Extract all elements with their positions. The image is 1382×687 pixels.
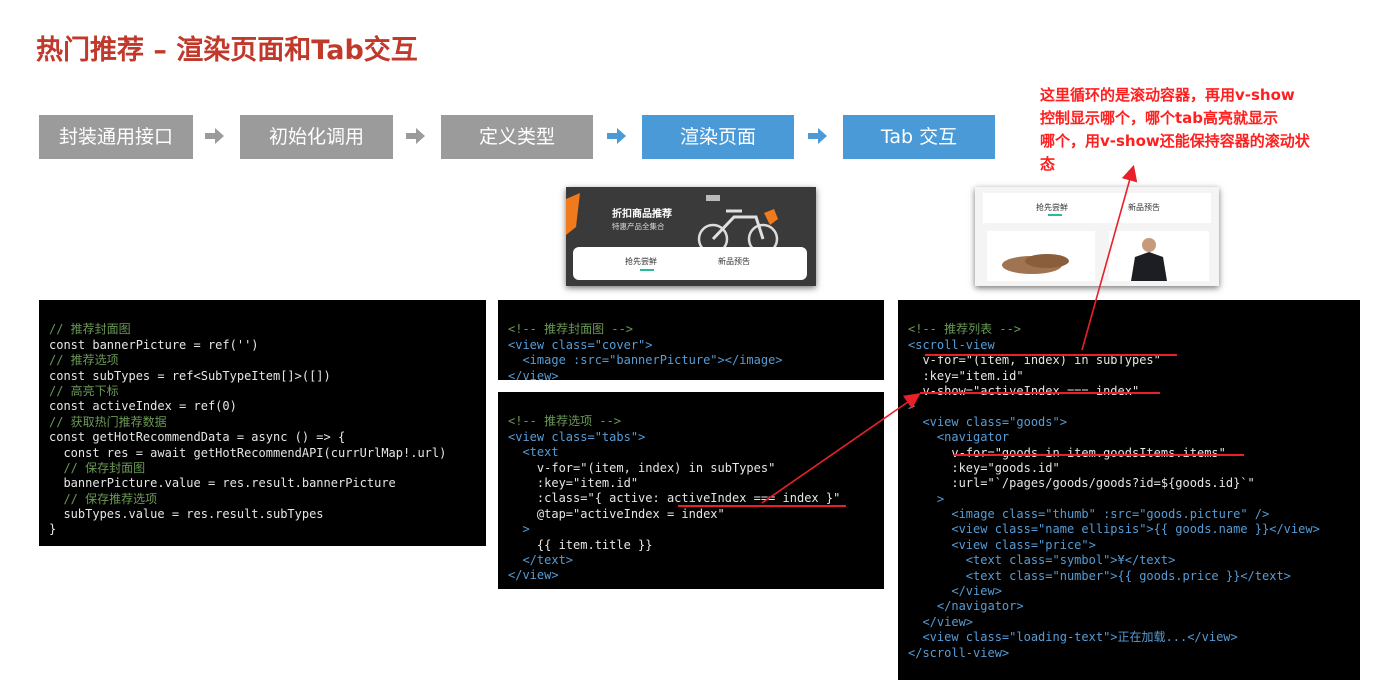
code-line: <!-- 推荐封面图 -->	[508, 322, 634, 337]
goods-thumb	[1131, 238, 1167, 281]
code-script: // 推荐封面图 const bannerPicture = ref('')// …	[39, 300, 486, 546]
code-line: <text class="number">{{ goods.price }}</…	[908, 568, 1291, 583]
code-line: <view class="name ellipsis">{{ goods.nam…	[908, 522, 1320, 537]
code-line: subTypes.value = res.result.subTypes	[49, 507, 324, 522]
code-line: <!-- 推荐列表 -->	[908, 322, 1022, 337]
code-line: <view class="goods">	[908, 414, 1067, 429]
code-line: {{ item.title }}	[508, 537, 653, 552]
highlight-underline	[954, 454, 1244, 456]
step-1: 封装通用接口	[39, 115, 193, 159]
annotation-note: 这里循环的是滚动容器，再用v-show 控制显示哪个，哪个tab高亮就显示 哪个…	[1040, 84, 1376, 176]
code-line: bannerPicture.value = res.result.bannerP…	[49, 476, 396, 491]
code-list: <!-- 推荐列表 --> <scroll-view v-for="(item, …	[898, 300, 1360, 680]
tab-item[interactable]: 抢先尝鲜	[625, 256, 657, 267]
code-tabs: <!-- 推荐选项 --> <view class="tabs"> <text v…	[498, 392, 884, 589]
code-line: </view>	[508, 568, 559, 583]
code-line: <text class="symbol">¥</text>	[908, 553, 1176, 568]
step-2: 初始化调用	[240, 115, 393, 159]
arrow-right-icon	[607, 128, 626, 144]
code-line: <navigator	[908, 430, 1010, 445]
code-line: <view class="tabs">	[508, 429, 646, 444]
code-line: >	[908, 491, 945, 506]
code-line: <view class="loading-text">正在加载...</view…	[908, 630, 1238, 645]
annotation-line: 控制显示哪个，哪个tab高亮就显示	[1040, 109, 1279, 127]
code-line: </view>	[508, 368, 559, 380]
code-line: // 保存封面图	[49, 460, 146, 475]
code-line: const bannerPicture = ref('')	[49, 337, 259, 352]
code-line: // 推荐封面图	[49, 322, 131, 337]
code-line: </text>	[508, 552, 574, 567]
goods-card[interactable]	[987, 231, 1095, 281]
tab-item[interactable]: 新品预告	[718, 256, 750, 267]
code-line: >	[508, 522, 530, 537]
code-line: :key="item.id"	[508, 475, 639, 490]
goods-card[interactable]	[1109, 231, 1209, 281]
code-line: v-for="(item, index) in subTypes"	[508, 460, 776, 475]
arrow-right-icon	[808, 128, 827, 144]
arrow-right-icon	[205, 128, 224, 144]
annotation-line: 这里循环的是滚动容器，再用v-show	[1040, 86, 1295, 104]
highlight-underline	[920, 392, 1160, 394]
step-4: 渲染页面	[642, 115, 794, 159]
code-line: <image :src="bannerPicture"></image>	[508, 353, 783, 368]
tab-item[interactable]: 抢先尝鲜	[1036, 202, 1068, 213]
tab-active-indicator	[640, 269, 654, 271]
tabs-bar: 抢先尝鲜 新品预告	[573, 247, 807, 280]
code-line: </view>	[908, 614, 974, 629]
annotation-line: 哪个，用v-show还能保持容器的滚动状	[1040, 132, 1310, 150]
code-line: :key="goods.id"	[908, 460, 1060, 475]
code-line: // 推荐选项	[49, 353, 119, 368]
annotation-line: 态	[1040, 155, 1056, 173]
step-5: Tab 交互	[843, 115, 995, 159]
code-line: // 保存推荐选项	[49, 491, 158, 506]
code-line: </navigator>	[908, 599, 1024, 614]
code-line: <view class="cover">	[508, 337, 653, 352]
cover-screenshot: 折扣商品推荐 特惠产品全集合 抢先尝鲜 新品预告	[566, 187, 816, 286]
banner-heading: 折扣商品推荐	[612, 209, 672, 220]
code-line: const activeIndex = ref(0)	[49, 399, 237, 414]
page-title: 热门推荐 – 渲染页面和Tab交互	[36, 35, 418, 66]
code-line: </view>	[908, 584, 1002, 599]
code-line: >	[908, 399, 916, 414]
goods-thumb	[1002, 254, 1069, 274]
code-line: const subTypes = ref<SubTypeItem[]>([])	[49, 368, 331, 383]
tab-item[interactable]: 新品预告	[1128, 202, 1160, 213]
highlight-underline	[678, 505, 846, 507]
code-line: :key="item.id"	[908, 368, 1024, 383]
tabs-bar: 抢先尝鲜 新品预告	[983, 193, 1211, 223]
code-line: // 获取热门推荐数据	[49, 414, 167, 429]
code-line: </scroll-view>	[908, 645, 1010, 660]
code-line: <scroll-view	[908, 337, 995, 352]
step-3: 定义类型	[441, 115, 593, 159]
list-screenshot: 抢先尝鲜 新品预告	[975, 187, 1219, 286]
arrow-right-icon	[406, 128, 425, 144]
code-line: :url="`/pages/goods/goods?id=${goods.id}…	[908, 476, 1255, 491]
code-cover: <!-- 推荐封面图 --> <view class="cover"> <imag…	[498, 300, 884, 380]
code-line: @tap="activeIndex = index"	[508, 506, 725, 521]
code-line: // 高亮下标	[49, 383, 119, 398]
code-line: <view class="price">	[908, 537, 1096, 552]
code-line: <image class="thumb" :src="goods.picture…	[908, 507, 1270, 522]
tab-active-indicator	[1048, 214, 1062, 216]
banner-subheading: 特惠产品全集合	[612, 222, 665, 231]
code-line: <!-- 推荐选项 -->	[508, 414, 622, 429]
code-line: const res = await getHotRecommendAPI(cur…	[49, 445, 447, 460]
highlight-underline	[925, 354, 1177, 356]
code-line: <text	[508, 445, 559, 460]
code-line: }	[49, 522, 57, 537]
code-line: const getHotRecommendData = async () => …	[49, 430, 346, 445]
